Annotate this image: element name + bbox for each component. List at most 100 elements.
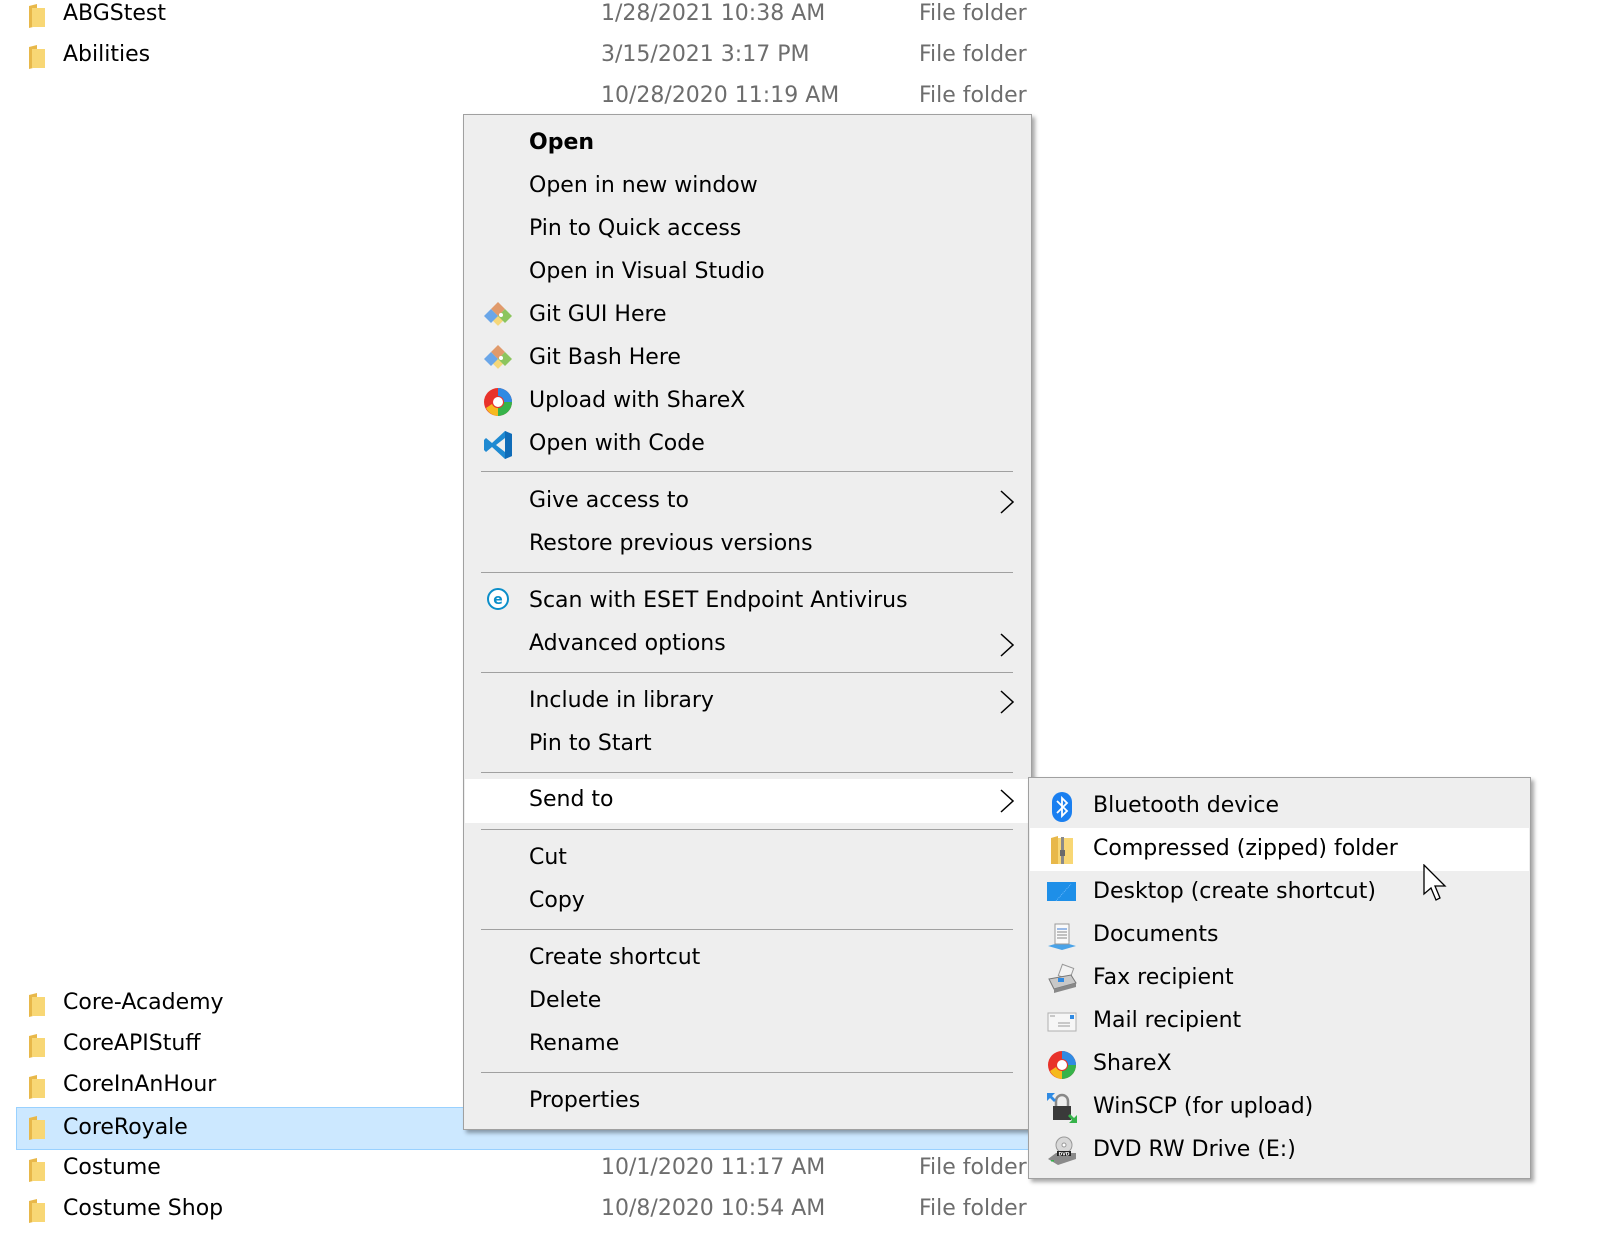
menu-item-open-visual-studio[interactable]: Open in Visual Studio: [465, 251, 1030, 294]
send-to-item-desktop[interactable]: Desktop (create shortcut): [1030, 871, 1529, 914]
menu-item-send-to[interactable]: Send to: [465, 779, 1030, 823]
send-to-item-dvd-drive[interactable]: DVD DVD RW Drive (E:): [1030, 1129, 1529, 1172]
menu-item-delete[interactable]: Delete: [465, 980, 1030, 1023]
file-type: File folder: [919, 1155, 1027, 1180]
menu-item-restore-previous[interactable]: Restore previous versions: [465, 523, 1030, 566]
desktop-icon: [1047, 882, 1076, 902]
menu-item-pin-quick-access[interactable]: Pin to Quick access: [465, 208, 1030, 251]
menu-item-open[interactable]: Open: [465, 122, 1030, 165]
menu-item-label: Pin to Start: [529, 731, 652, 756]
menu-item-label: Upload with ShareX: [529, 388, 746, 413]
vscode-icon: [484, 431, 512, 459]
folder-icon: [29, 1116, 45, 1140]
menu-item-rename[interactable]: Rename: [465, 1023, 1030, 1066]
file-type: File folder: [919, 42, 1027, 67]
menu-item-include-library[interactable]: Include in library: [465, 680, 1030, 723]
file-name: CoreRoyale: [63, 1115, 188, 1140]
file-name: ABGStest: [63, 1, 167, 26]
file-name: Core-Academy: [63, 990, 224, 1015]
menu-item-label: Open in Visual Studio: [529, 259, 765, 284]
chevron-right-icon: [1000, 690, 1014, 714]
fax-icon: [1048, 963, 1077, 993]
file-date: 1/28/2021 10:38 AM: [601, 1, 826, 26]
file-type: File folder: [919, 1196, 1027, 1221]
menu-item-label: Open: [529, 130, 595, 155]
svg-text:DVD: DVD: [1059, 1151, 1070, 1157]
folder-icon: [29, 1075, 45, 1099]
file-row[interactable]: Abilities 3/15/2021 3:17 PM File folder: [16, 36, 1096, 77]
menu-item-advanced-options[interactable]: Advanced options: [465, 623, 1030, 666]
folder-icon: [29, 1158, 45, 1182]
menu-item-label: Copy: [529, 888, 585, 913]
menu-item-label: Advanced options: [529, 631, 726, 656]
menu-item-label: Create shortcut: [529, 945, 701, 970]
folder-icon: [29, 45, 45, 69]
menu-item-label: Open in new window: [529, 173, 758, 198]
menu-item-properties[interactable]: Properties: [465, 1080, 1030, 1123]
menu-item-create-shortcut[interactable]: Create shortcut: [465, 937, 1030, 980]
menu-item-open-with-code[interactable]: Open with Code: [465, 423, 1030, 466]
sharex-icon: [1048, 1051, 1076, 1079]
menu-item-label: Git Bash Here: [529, 345, 681, 370]
send-to-item-bluetooth[interactable]: Bluetooth device: [1030, 785, 1529, 828]
menu-item-label: Compressed (zipped) folder: [1093, 836, 1398, 861]
menu-item-give-access[interactable]: Give access to: [465, 480, 1030, 523]
eset-icon: e: [487, 588, 509, 610]
menu-separator: [481, 471, 1013, 472]
menu-item-label: Mail recipient: [1093, 1008, 1242, 1033]
send-to-submenu: Bluetooth device Compressed (zipped) fol…: [1028, 777, 1531, 1179]
menu-item-git-gui[interactable]: Git GUI Here: [465, 294, 1030, 337]
file-name: Costume Shop: [63, 1196, 224, 1221]
file-row[interactable]: ABGStest 1/28/2021 10:38 AM File folder: [16, 0, 1096, 36]
documents-icon: [1048, 923, 1076, 950]
menu-item-cut[interactable]: Cut: [465, 837, 1030, 880]
send-to-item-fax[interactable]: Fax recipient: [1030, 957, 1529, 1000]
menu-item-label: Cut: [529, 845, 567, 870]
file-row[interactable]: Costume 10/1/2020 11:17 AM File folder: [16, 1149, 1096, 1190]
mail-icon: [1047, 1012, 1077, 1032]
menu-item-label: ShareX: [1093, 1051, 1172, 1076]
menu-separator: [481, 672, 1013, 673]
menu-item-scan-eset[interactable]: e Scan with ESET Endpoint Antivirus: [465, 580, 1030, 623]
menu-item-open-new-window[interactable]: Open in new window: [465, 165, 1030, 208]
menu-separator: [481, 772, 1013, 773]
send-to-item-compressed-folder[interactable]: Compressed (zipped) folder: [1030, 828, 1529, 871]
menu-item-label: DVD RW Drive (E:): [1093, 1137, 1296, 1162]
file-name: Costume: [63, 1155, 161, 1180]
mouse-cursor-icon: [1423, 864, 1447, 901]
menu-item-label: Scan with ESET Endpoint Antivirus: [529, 588, 908, 613]
menu-item-label: Open with Code: [529, 431, 705, 456]
file-type: File folder: [919, 1, 1027, 26]
menu-separator: [481, 829, 1013, 830]
context-menu: Open Open in new window Pin to Quick acc…: [463, 114, 1032, 1130]
send-to-item-sharex[interactable]: ShareX: [1030, 1043, 1529, 1086]
file-name: CoreAPIStuff: [63, 1031, 201, 1056]
menu-item-git-bash[interactable]: Git Bash Here: [465, 337, 1030, 380]
menu-item-label: Documents: [1093, 922, 1219, 947]
file-date: 10/28/2020 11:19 AM: [601, 83, 840, 108]
file-name: CoreInAnHour: [63, 1072, 217, 1097]
menu-item-pin-start[interactable]: Pin to Start: [465, 723, 1030, 766]
menu-item-label: Rename: [529, 1031, 620, 1056]
send-to-item-winscp[interactable]: WinSCP (for upload): [1030, 1086, 1529, 1129]
sharex-icon: [484, 388, 512, 416]
menu-item-label: WinSCP (for upload): [1093, 1094, 1314, 1119]
file-date: 10/1/2020 11:17 AM: [601, 1155, 826, 1180]
svg-text:e: e: [493, 592, 503, 608]
menu-item-label: Include in library: [529, 688, 714, 713]
bluetooth-icon: [1052, 792, 1072, 822]
menu-item-upload-sharex[interactable]: Upload with ShareX: [465, 380, 1030, 423]
file-name: Abilities: [63, 42, 151, 67]
menu-item-copy[interactable]: Copy: [465, 880, 1030, 923]
menu-item-label: Give access to: [529, 488, 689, 513]
file-row[interactable]: Costume Shop 10/8/2020 10:54 AM File fol…: [16, 1190, 1096, 1231]
menu-separator: [481, 929, 1013, 930]
send-to-item-documents[interactable]: Documents: [1030, 914, 1529, 957]
file-row[interactable]: 10/28/2020 11:19 AM File folder: [16, 77, 1096, 118]
send-to-item-mail[interactable]: Mail recipient: [1030, 1000, 1529, 1043]
menu-item-label: Pin to Quick access: [529, 216, 742, 241]
menu-item-label: Properties: [529, 1088, 641, 1113]
git-icon: [484, 302, 512, 326]
folder-icon: [29, 1199, 45, 1223]
menu-item-label: Bluetooth device: [1093, 793, 1280, 818]
